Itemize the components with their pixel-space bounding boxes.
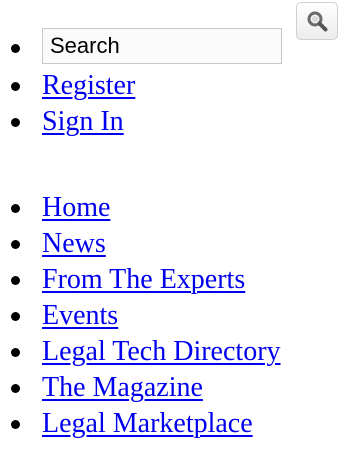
search-button[interactable] — [296, 2, 338, 40]
bullet — [11, 384, 20, 393]
sign-in-link[interactable]: Sign In — [42, 104, 124, 140]
bullet — [11, 240, 20, 249]
nav-link-from-the-experts[interactable]: From The Experts — [42, 262, 245, 298]
nav-item-the-magazine: The Magazine — [0, 370, 349, 406]
bullet — [11, 420, 20, 429]
nav-link-the-magazine[interactable]: The Magazine — [42, 370, 203, 406]
bullet — [11, 118, 20, 127]
bullet — [11, 348, 20, 357]
register-link[interactable]: Register — [42, 68, 135, 104]
bullet — [11, 44, 20, 53]
nav-link-legal-tech-directory[interactable]: Legal Tech Directory — [42, 334, 281, 370]
bullet — [11, 312, 20, 321]
nav-link-events[interactable]: Events — [42, 298, 118, 334]
list-item-register: Register — [0, 68, 349, 104]
nav-link-home[interactable]: Home — [42, 190, 110, 226]
account-list: Register Sign In — [0, 2, 349, 140]
nav-item-from-the-experts: From The Experts — [0, 262, 349, 298]
bullet — [11, 204, 20, 213]
list-item-sign-in: Sign In — [0, 104, 349, 140]
nav-item-legal-marketplace: Legal Marketplace — [0, 406, 349, 442]
main-nav-list: Home News From The Experts Events Legal … — [0, 190, 349, 442]
nav-link-legal-marketplace[interactable]: Legal Marketplace — [42, 406, 253, 442]
magnifier-icon — [307, 11, 328, 32]
nav-item-events: Events — [0, 298, 349, 334]
nav-item-news: News — [0, 226, 349, 262]
nav-link-news[interactable]: News — [42, 226, 106, 262]
search-list-item — [0, 2, 349, 68]
bullet — [11, 276, 20, 285]
nav-item-home: Home — [0, 190, 349, 226]
bullet — [11, 82, 20, 91]
search-input[interactable] — [42, 28, 282, 64]
nav-item-legal-tech-directory: Legal Tech Directory — [0, 334, 349, 370]
